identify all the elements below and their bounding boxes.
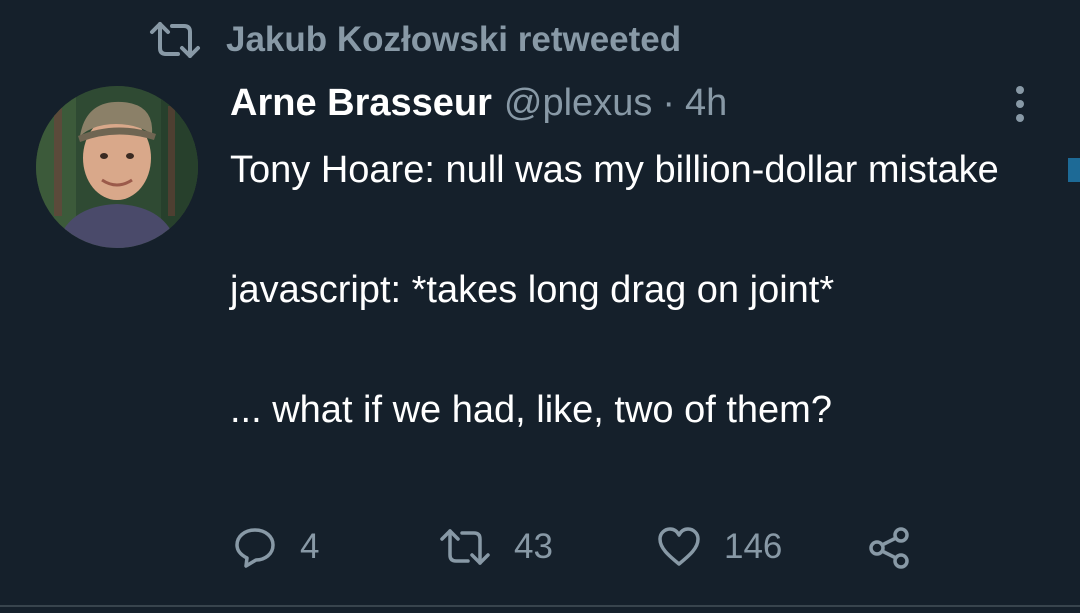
- avatar-photo: [36, 86, 198, 248]
- tweet-header: Arne Brasseur @plexus · 4h: [230, 82, 727, 130]
- author-handle[interactable]: @plexus: [504, 82, 652, 125]
- more-vertical-icon: [1016, 86, 1024, 94]
- separator-dot: ·: [662, 82, 675, 124]
- retweet-banner[interactable]: Jakub Kozłowski retweeted: [148, 18, 681, 62]
- retweet-banner-text: Jakub Kozłowski retweeted: [226, 20, 682, 59]
- reply-icon: [235, 528, 275, 568]
- tweet-text-line-1: Tony Hoare: null was my billion-dollar m…: [230, 149, 999, 191]
- tweet-timestamp[interactable]: 4h: [685, 82, 727, 125]
- retweet-icon: [148, 20, 202, 60]
- divider: [0, 605, 1080, 607]
- share-icon: [869, 527, 909, 569]
- tweet-text-line-3: ... what if we had, like, two of them?: [230, 389, 832, 431]
- retweet-button[interactable]: 43: [438, 522, 553, 572]
- retweet-count: 43: [514, 527, 553, 566]
- share-button[interactable]: [866, 522, 912, 572]
- author-display-name[interactable]: Arne Brasseur: [230, 82, 492, 125]
- heart-icon: [658, 527, 700, 566]
- like-count: 146: [724, 527, 783, 566]
- like-button[interactable]: 146: [656, 522, 782, 572]
- retweet-icon: [440, 529, 490, 565]
- reply-count: 4: [300, 527, 320, 566]
- tweet-text-line-2: javascript: *takes long drag on joint*: [230, 269, 835, 311]
- reply-button[interactable]: 4: [232, 522, 319, 572]
- tweet-body: Tony Hoare: null was my billion-dollar m…: [230, 140, 1000, 440]
- tweet-actions: 4 43 146: [230, 522, 990, 572]
- avatar[interactable]: [36, 86, 198, 248]
- more-options-button[interactable]: [1004, 82, 1036, 126]
- scroll-indicator: [1068, 158, 1080, 182]
